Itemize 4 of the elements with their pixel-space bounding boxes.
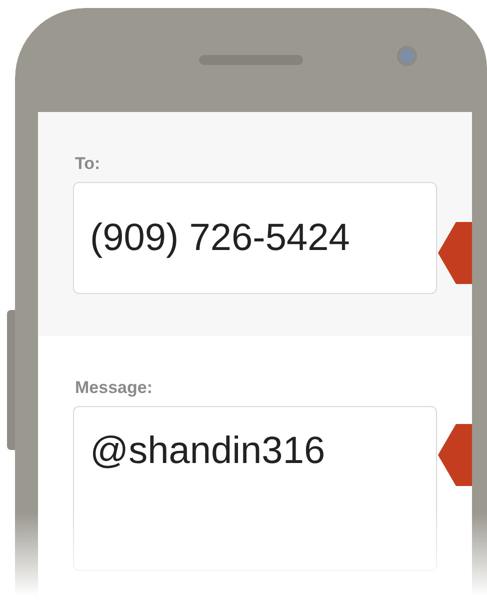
message-field[interactable]: @shandin316: [73, 406, 437, 571]
field-label: To:: [75, 154, 100, 174]
phone-number-field[interactable]: (909) 726-5424: [73, 182, 437, 294]
field-label: Message:: [75, 378, 152, 398]
